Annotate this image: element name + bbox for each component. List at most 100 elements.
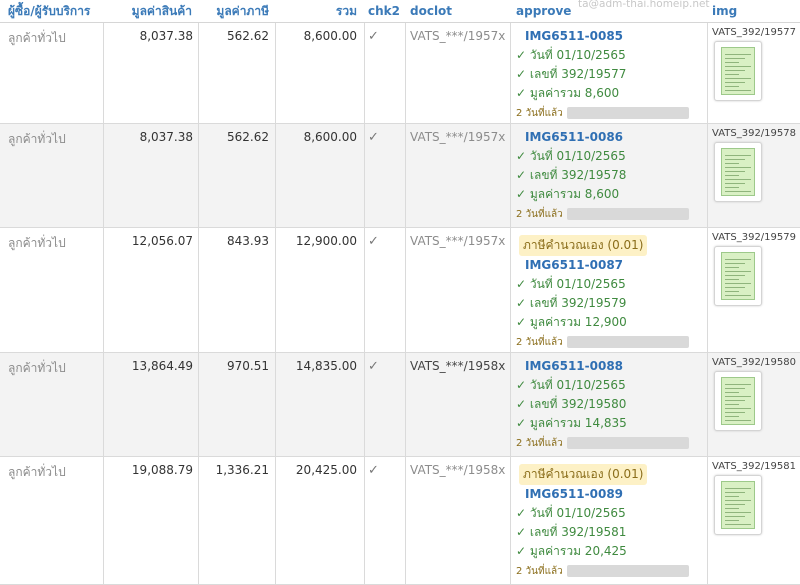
approval-time: 2 วันที่แล้ว: [516, 106, 706, 120]
column-divider: [510, 228, 511, 353]
approve-block: ภาษีคำนวณเอง (0.01) IMG6511-0087 ✓ วันที่ …: [516, 228, 706, 349]
check-icon: ✓: [368, 130, 379, 145]
date-check: ✓ วันที่ 01/10/2565: [516, 378, 626, 392]
total-value: 8,600.00: [303, 130, 357, 144]
col-goods-value[interactable]: มูลค่าสินค้า: [100, 0, 192, 23]
image-cell: VATS_392/19579: [712, 228, 800, 306]
goods-value: 13,864.49: [131, 359, 193, 373]
sum-check: ✓ มูลค่ารวม 8,600: [516, 86, 620, 100]
col-img[interactable]: img: [712, 0, 737, 23]
date-check: ✓ วันที่ 01/10/2565: [516, 506, 626, 520]
number-check: ✓ เลขที่ 392/19580: [516, 397, 627, 411]
time-ago-label: 2 วันที่แล้ว: [516, 437, 563, 449]
column-divider: [364, 124, 365, 228]
date-check: ✓ วันที่ 01/10/2565: [516, 149, 626, 163]
image-caption: VATS_392/19580: [712, 357, 796, 368]
column-divider: [707, 124, 708, 228]
doclot-value: VATS_***/1957x: [410, 130, 506, 144]
doclot-value: VATS_***/1958x: [410, 359, 506, 373]
column-divider: [364, 23, 365, 124]
invoice-thumbnail[interactable]: [714, 475, 762, 535]
table-row: ลูกค้าทั่วไป 12,056.07 843.93 12,900.00 ✓ VAT…: [0, 228, 800, 353]
invoice-thumbnail[interactable]: [714, 41, 762, 101]
approve-block: IMG6511-0086 ✓ วันที่ 01/10/2565 ✓ เลขที่ …: [516, 124, 706, 221]
date-check: ✓ วันที่ 01/10/2565: [516, 48, 626, 62]
column-divider: [707, 23, 708, 124]
check-icon: ✓: [368, 29, 379, 44]
approve-block: IMG6511-0085 ✓ วันที่ 01/10/2565 ✓ เลขที่ …: [516, 23, 706, 120]
approve-block: ภาษีคำนวณเอง (0.01) IMG6511-0089 ✓ วันที่ …: [516, 457, 706, 578]
invoice-thumbnail[interactable]: [714, 371, 762, 431]
column-divider: [707, 228, 708, 353]
image-id-link[interactable]: IMG6511-0085: [525, 27, 706, 46]
check-icon: ✓: [368, 359, 379, 374]
image-cell: VATS_392/19577: [712, 23, 800, 101]
doclot-value: VATS_***/1957x: [410, 29, 506, 43]
redacted-approver: [566, 437, 689, 449]
buyer-name: ลูกค้าทั่วไป: [8, 31, 66, 45]
col-total[interactable]: รวม: [278, 0, 357, 23]
column-divider: [364, 457, 365, 585]
goods-value: 8,037.38: [139, 130, 193, 144]
approval-time: 2 วันที่แล้ว: [516, 436, 706, 450]
image-id-link[interactable]: IMG6511-0089: [525, 485, 706, 504]
document-icon: [721, 47, 755, 95]
column-divider: [707, 353, 708, 457]
time-ago-label: 2 วันที่แล้ว: [516, 336, 563, 348]
document-icon: [721, 377, 755, 425]
doclot-value: VATS_***/1958x: [410, 463, 506, 477]
buyer-name: ลูกค้าทั่วไป: [8, 361, 66, 375]
tax-value: 562.62: [227, 130, 269, 144]
number-check: ✓ เลขที่ 392/19578: [516, 168, 627, 182]
sum-check: ✓ มูลค่ารวม 8,600: [516, 187, 620, 201]
image-cell: VATS_392/19581: [712, 457, 800, 535]
column-divider: [405, 353, 406, 457]
col-approve[interactable]: approve: [516, 0, 571, 23]
buyer-name: ลูกค้าทั่วไป: [8, 465, 66, 479]
time-ago-label: 2 วันที่แล้ว: [516, 107, 563, 119]
sum-check: ✓ มูลค่ารวม 12,900: [516, 315, 627, 329]
doclot-value: VATS_***/1957x: [410, 234, 506, 248]
image-cell: VATS_392/19578: [712, 124, 800, 202]
col-chk2[interactable]: chk2: [368, 0, 400, 23]
image-caption: VATS_392/19578: [712, 128, 796, 139]
document-icon: [721, 252, 755, 300]
table-row: ลูกค้าทั่วไป 8,037.38 562.62 8,600.00 ✓ VATS_…: [0, 23, 800, 124]
col-buyer[interactable]: ผู้ซื้อ/ผู้รับบริการ: [8, 0, 90, 23]
buyer-name: ลูกค้าทั่วไป: [8, 132, 66, 146]
total-value: 8,600.00: [303, 29, 357, 43]
table-row: ลูกค้าทั่วไป 8,037.38 562.62 8,600.00 ✓ VATS_…: [0, 124, 800, 228]
col-tax-value[interactable]: มูลค่าภาษี: [200, 0, 269, 23]
column-divider: [364, 228, 365, 353]
col-doclot[interactable]: doclot: [410, 0, 452, 23]
column-divider: [405, 457, 406, 585]
column-divider: [405, 124, 406, 228]
tax-value: 1,336.21: [215, 463, 269, 477]
image-id-link[interactable]: IMG6511-0088: [525, 357, 706, 376]
column-divider: [364, 353, 365, 457]
table-row: ลูกค้าทั่วไป 19,088.79 1,336.21 20,425.00 ✓ V…: [0, 457, 800, 585]
header-watermark: ta@adm-thai.homeip.net: [578, 0, 710, 10]
redacted-approver: [566, 208, 689, 220]
invoice-thumbnail[interactable]: [714, 142, 762, 202]
approve-block: IMG6511-0088 ✓ วันที่ 01/10/2565 ✓ เลขที่ …: [516, 353, 706, 450]
total-value: 20,425.00: [295, 463, 357, 477]
column-divider: [707, 457, 708, 585]
image-caption: VATS_392/19577: [712, 27, 796, 38]
invoice-thumbnail[interactable]: [714, 246, 762, 306]
tax-value: 843.93: [227, 234, 269, 248]
column-divider: [510, 124, 511, 228]
document-icon: [721, 148, 755, 196]
document-icon: [721, 481, 755, 529]
tax-self-calc-badge: ภาษีคำนวณเอง (0.01): [519, 464, 648, 485]
tax-value: 970.51: [227, 359, 269, 373]
image-id-link[interactable]: IMG6511-0087: [525, 256, 706, 275]
goods-value: 12,056.07: [131, 234, 193, 248]
number-check: ✓ เลขที่ 392/19577: [516, 67, 627, 81]
table-header: ta@adm-thai.homeip.net ผู้ซื้อ/ผู้รับบริ…: [0, 0, 800, 23]
image-caption: VATS_392/19579: [712, 232, 796, 243]
image-id-link[interactable]: IMG6511-0086: [525, 128, 706, 147]
check-icon: ✓: [368, 234, 379, 249]
redacted-approver: [566, 336, 689, 348]
approval-time: 2 วันที่แล้ว: [516, 335, 706, 349]
